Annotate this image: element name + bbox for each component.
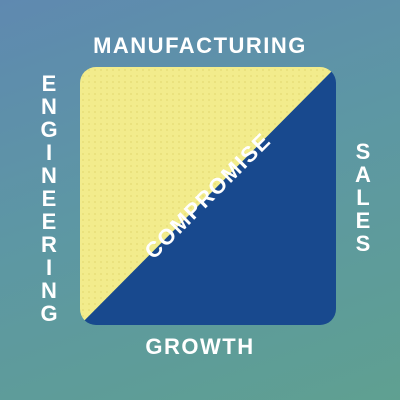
label-letter: G [40,301,58,326]
label-manufacturing: MANUFACTURING [93,33,307,58]
label-letter: E [41,71,57,96]
label-letter: E [41,186,57,211]
label-growth: GROWTH [145,334,255,359]
label-letter: E [41,209,57,234]
compromise-diagram: MANUFACTURING ENGINEERING SALES COMPROMI… [0,0,400,400]
label-letter: A [355,162,371,187]
label-letter: S [355,139,371,164]
label-sales: SALES [350,140,376,255]
label-letter: S [355,231,371,256]
label-letter: N [41,94,57,119]
label-letter: L [356,185,370,210]
label-letter: N [41,278,57,303]
label-letter: E [355,208,371,233]
label-letter: R [41,232,57,257]
label-letter: I [45,255,53,280]
label-letter: I [45,140,53,165]
label-engineering: ENGINEERING [36,72,62,325]
label-letter: N [41,163,57,188]
label-letter: G [40,117,58,142]
